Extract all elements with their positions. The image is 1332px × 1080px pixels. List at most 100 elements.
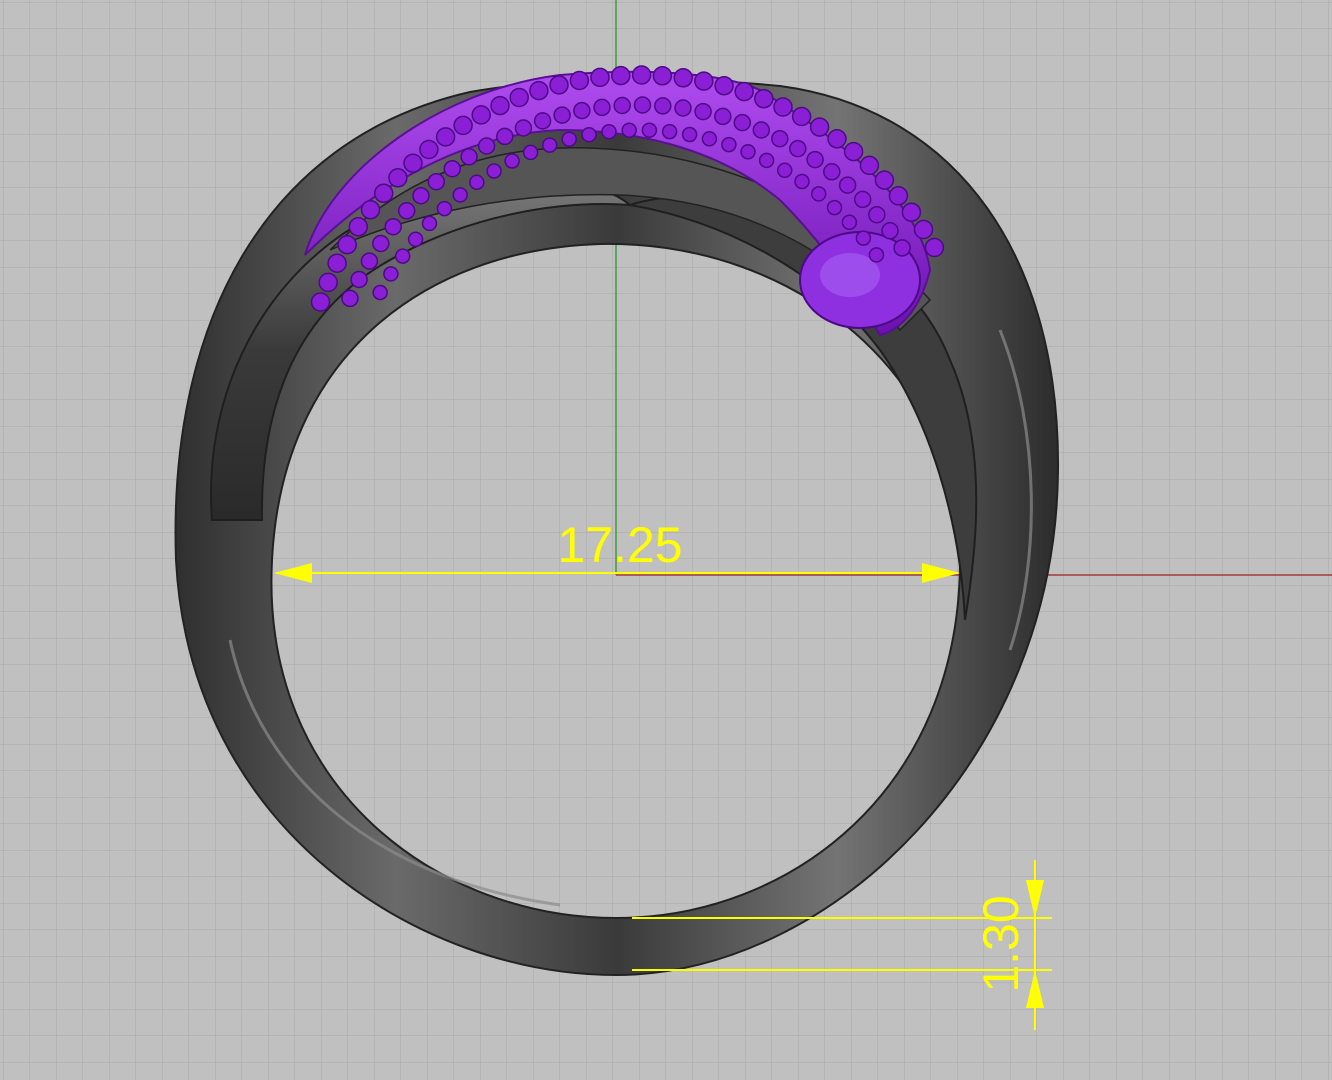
gem-bead xyxy=(661,123,678,140)
gem-bead xyxy=(360,199,381,220)
gem-bead xyxy=(721,136,737,153)
gem-bead xyxy=(348,217,369,237)
gem-bead xyxy=(868,205,886,224)
gem-bead xyxy=(827,129,847,149)
gem-bead xyxy=(714,75,734,96)
gem-bead xyxy=(841,214,858,231)
gem-bead xyxy=(809,117,830,137)
gem-bead xyxy=(893,239,911,257)
gem-bead xyxy=(734,81,754,102)
gem-bead xyxy=(694,71,714,91)
gem-bead xyxy=(874,170,895,190)
gem-bead xyxy=(694,102,712,121)
gem-bead xyxy=(601,123,617,140)
gem-bead xyxy=(714,107,732,126)
gem-bead xyxy=(360,252,379,270)
gem-bead xyxy=(384,217,402,236)
gem-bead xyxy=(773,97,793,117)
gem-bead xyxy=(613,96,631,115)
gem-bead xyxy=(407,231,424,248)
gem-bead xyxy=(652,66,673,86)
gem-bead xyxy=(590,67,610,88)
gem-bead xyxy=(752,121,771,139)
gem-bead xyxy=(771,129,789,148)
gem-bead xyxy=(412,186,430,205)
gem-bead xyxy=(310,292,331,312)
gem-bead xyxy=(581,126,597,143)
gem-bead xyxy=(419,139,439,160)
gem-bead xyxy=(436,200,453,217)
gem-bead xyxy=(541,137,558,153)
gem-bead xyxy=(435,127,456,147)
gem-bead xyxy=(611,65,631,86)
gem-bead xyxy=(754,88,774,109)
gem-bead xyxy=(388,168,408,188)
dimension-width-value: 17.25 xyxy=(557,517,682,573)
gem-bead xyxy=(383,266,399,282)
gem-bead xyxy=(553,106,571,124)
gem-bead xyxy=(443,159,462,178)
gem-bead xyxy=(490,95,510,116)
gem-bead xyxy=(533,112,552,130)
gem-bead xyxy=(855,230,872,246)
gem-bead xyxy=(789,139,807,158)
gem-bead xyxy=(509,87,529,108)
gem-bead xyxy=(868,247,885,263)
gem-bead xyxy=(549,75,569,95)
gem-bead xyxy=(776,162,793,179)
gem-bead xyxy=(469,174,485,191)
gem-bead xyxy=(823,163,841,181)
gem-bead xyxy=(522,144,539,161)
gem-bead xyxy=(674,99,692,117)
gem-bead xyxy=(631,65,652,85)
gem-bead xyxy=(810,186,827,202)
gem-bead xyxy=(486,163,502,179)
gem-bead xyxy=(372,234,390,253)
gem-bead xyxy=(573,101,591,120)
gem-bead xyxy=(453,115,473,136)
gem-bead xyxy=(681,126,698,143)
gem-bead xyxy=(641,122,658,138)
gem-bead xyxy=(350,270,368,289)
gem-bead xyxy=(327,253,347,273)
gem-bead xyxy=(853,190,872,209)
gem-bead xyxy=(427,172,446,191)
gem-bead xyxy=(373,183,394,204)
gem-bead xyxy=(514,119,533,137)
dimension-thickness-value: 1.30 xyxy=(973,895,1029,992)
gem-bead xyxy=(496,127,514,146)
gem-bead xyxy=(529,80,549,101)
gem-bead xyxy=(794,173,810,190)
gem-bead xyxy=(633,96,652,114)
gem-bead xyxy=(888,186,909,206)
cad-viewport[interactable]: 17.25 1.30 xyxy=(0,0,1332,1080)
gem-bead xyxy=(733,113,752,132)
gem-bead xyxy=(901,202,922,222)
gem-bead xyxy=(913,219,934,240)
gem-bead xyxy=(758,152,775,169)
gem-bead xyxy=(791,106,812,127)
gem-bead xyxy=(421,215,438,232)
gem-bead xyxy=(318,272,338,293)
gem-bead xyxy=(394,248,411,264)
gem-bead xyxy=(806,150,824,169)
gem-bead xyxy=(843,141,864,162)
viewport-canvas[interactable]: 17.25 1.30 xyxy=(0,0,1332,1080)
gem-bead xyxy=(460,148,478,166)
gem-bead xyxy=(569,70,590,91)
gem-bead xyxy=(452,187,468,203)
gem-bead xyxy=(372,284,388,301)
gem-bead xyxy=(561,131,577,147)
gem-bead xyxy=(838,176,857,194)
gem-bead xyxy=(403,153,423,173)
gem-bead xyxy=(593,98,611,117)
gem-bead xyxy=(654,97,672,115)
gem-bead xyxy=(859,155,880,176)
gem-bead xyxy=(740,144,756,160)
gem-bead xyxy=(826,199,843,216)
gem-bead xyxy=(504,153,520,169)
gem-bead xyxy=(673,68,693,88)
gem-bead xyxy=(701,131,718,147)
gem-bead xyxy=(924,237,945,258)
gem-bead xyxy=(337,234,357,255)
